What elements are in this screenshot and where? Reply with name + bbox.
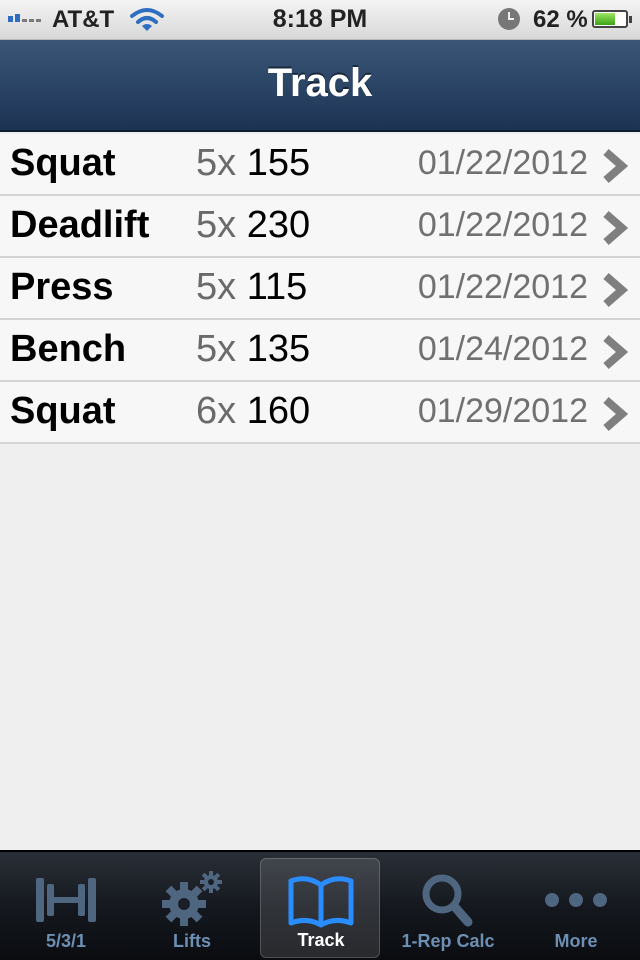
table-row[interactable]: Squat 6x 160 01/29/2012 (0, 382, 640, 444)
tab-label: 1-Rep Calc (401, 931, 495, 951)
tab-label: 5/3/1 (45, 931, 87, 951)
table-row[interactable]: Deadlift 5x 230 01/22/2012 (0, 196, 640, 258)
more-dots-icon (545, 893, 607, 907)
chevron-right-icon (603, 396, 628, 432)
tab-one-rep-calc[interactable]: 1-Rep Calc (388, 858, 508, 958)
battery-percentage: 62 % (533, 6, 588, 33)
tab-bar: 5/3/1 Lifts Track 1-Rep Calc More (0, 850, 640, 960)
lift-name: Press (10, 266, 114, 308)
lift-history-list: Squat 5x 155 01/22/2012 Deadlift 5x 230 … (0, 134, 640, 444)
table-row[interactable]: Squat 5x 155 01/22/2012 (0, 134, 640, 196)
reps-count: 5x (196, 142, 237, 184)
tab-label: Track (297, 930, 345, 950)
chevron-right-icon (603, 148, 628, 184)
chevron-right-icon (603, 210, 628, 246)
lift-name: Deadlift (10, 204, 150, 246)
chevron-right-icon (603, 272, 628, 308)
lift-name: Bench (10, 328, 127, 370)
set-weight: 5x 230 (196, 204, 310, 247)
tab-more[interactable]: More (516, 858, 636, 958)
weight-value: 230 (246, 204, 311, 246)
lift-date: 01/24/2012 (417, 330, 588, 368)
weight-value: 160 (246, 390, 311, 432)
navigation-bar: Track (0, 40, 640, 132)
book-icon (288, 876, 354, 928)
reps-count: 5x (196, 328, 237, 370)
set-weight: 6x 160 (196, 390, 310, 433)
tab-label: More (554, 931, 598, 951)
chevron-right-icon (603, 334, 628, 370)
dumbbell-icon (36, 878, 96, 922)
tab-label: Lifts (173, 931, 211, 951)
table-row[interactable]: Press 5x 115 01/22/2012 (0, 258, 640, 320)
reps-count: 6x (196, 390, 237, 432)
set-weight: 5x 135 (196, 328, 310, 371)
weight-value: 115 (246, 266, 308, 308)
weight-value: 135 (246, 328, 311, 370)
gears-icon (162, 871, 222, 926)
reps-count: 5x (196, 266, 237, 308)
lift-name: Squat (10, 390, 116, 432)
battery-icon (592, 10, 632, 28)
status-bar: AT&T 8:18 PM 62 % (0, 0, 640, 40)
set-weight: 5x 115 (196, 266, 307, 309)
tab-lifts[interactable]: Lifts (132, 858, 252, 958)
lift-date: 01/29/2012 (417, 392, 588, 430)
reps-count: 5x (196, 204, 237, 246)
table-row[interactable]: Bench 5x 135 01/24/2012 (0, 320, 640, 382)
lift-date: 01/22/2012 (417, 144, 588, 182)
weight-value: 155 (246, 142, 311, 184)
battery-level-fill (595, 13, 615, 25)
lift-name: Squat (10, 142, 116, 184)
page-title: Track (267, 61, 373, 105)
tab-531[interactable]: 5/3/1 (6, 858, 126, 958)
alarm-clock-icon (498, 8, 520, 30)
tab-track[interactable]: Track (260, 858, 380, 958)
lift-date: 01/22/2012 (417, 268, 588, 306)
lift-date: 01/22/2012 (417, 206, 588, 244)
set-weight: 5x 155 (196, 142, 310, 185)
magnifier-icon (422, 874, 473, 927)
